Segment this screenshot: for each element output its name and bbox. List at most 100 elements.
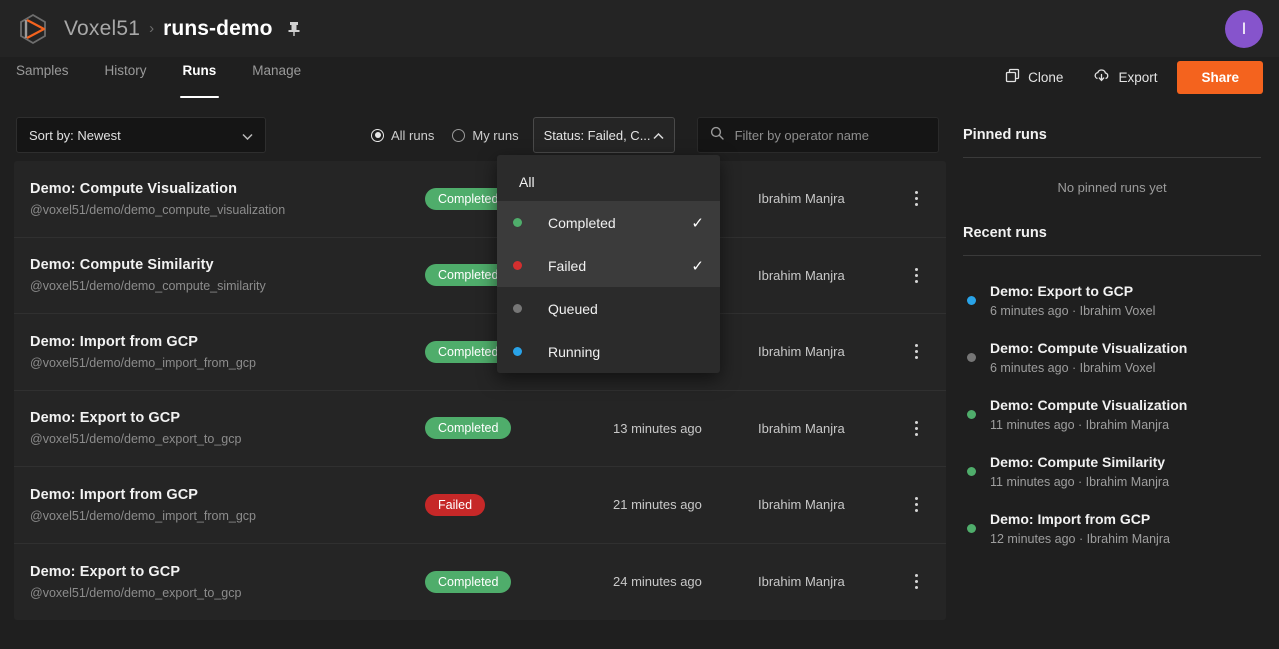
runs-page: Voxel51 › runs-demo I Samples History Ru… [0,0,1279,649]
status-badge: Failed [425,493,486,516]
check-icon: ✓ [691,214,704,232]
recent-run-title: Demo: Compute Visualization [990,340,1188,356]
recent-run-meta: 11 minutes ago · Ibrahim Manjra [990,418,1170,432]
row-menu-icon[interactable] [902,497,930,513]
recent-run-title: Demo: Compute Similarity [990,454,1166,470]
run-operator-path: @voxel51/demo/demo_export_to_gcp [30,585,242,600]
tab-samples[interactable]: Samples [16,57,69,95]
run-operator-path: @voxel51/demo/demo_import_from_gcp [30,508,256,523]
run-operator-path: @voxel51/demo/demo_compute_visualization [30,202,286,217]
menu-item-label: Completed [548,214,616,231]
row-menu-icon[interactable] [902,420,930,436]
list-item[interactable]: Demo: Compute Visualization 11 minutes a… [963,386,1261,443]
header-actions: Clone Export Share [995,57,1263,94]
recent-run-meta: 6 minutes ago · Ibrahim Voxel [990,361,1156,375]
run-user: Ibrahim Manjra [758,420,845,436]
run-user: Ibrahim Manjra [758,497,845,513]
table-row[interactable]: Demo: Compute Similarity @voxel51/demo/d… [14,238,946,314]
menu-item-label: Running [548,343,601,360]
menu-item-running[interactable]: Running [497,330,720,373]
list-item[interactable]: Demo: Export to GCP 6 minutes ago · Ibra… [963,272,1261,329]
clone-label: Clone [1028,69,1064,85]
run-info: Demo: Compute Similarity @voxel51/demo/d… [30,257,425,293]
run-info: Demo: Import from GCP @voxel51/demo/demo… [30,487,425,523]
table-row[interactable]: Demo: Import from GCP @voxel51/demo/demo… [14,314,946,391]
run-status-cell: Failed [425,493,613,516]
list-item[interactable]: Demo: Import from GCP 12 minutes ago · I… [963,500,1261,557]
recent-run-meta: 6 minutes ago · Ibrahim Voxel [990,304,1156,318]
chevron-down-icon [242,128,253,143]
tab-manage[interactable]: Manage [252,57,301,95]
copy-icon [1005,68,1020,86]
recent-run-title: Demo: Compute Visualization [990,397,1188,413]
row-menu-icon[interactable] [902,267,930,283]
table-row[interactable]: Demo: Export to GCP @voxel51/demo/demo_e… [14,544,946,621]
status-filter-menu: All Completed ✓ Failed ✓ Queued Running [497,155,720,373]
run-operator-path: @voxel51/demo/demo_import_from_gcp [30,355,256,370]
search-input[interactable] [734,127,926,143]
status-dot-icon [967,410,976,419]
run-title: Demo: Compute Visualization [30,180,238,197]
recent-run-meta: 12 minutes ago · Ibrahim Manjra [990,532,1170,546]
table-row[interactable]: Demo: Compute Visualization @voxel51/dem… [14,161,946,238]
clone-button[interactable]: Clone [995,60,1073,94]
menu-item-failed[interactable]: Failed ✓ [497,244,720,287]
run-info: Demo: Import from GCP @voxel51/demo/demo… [30,334,425,370]
tab-history[interactable]: History [105,57,147,95]
menu-item-label: All [519,174,535,190]
radio-my-runs-label: My runs [472,127,519,143]
header-right: I [1225,9,1263,48]
radio-my-runs[interactable]: My runs [452,128,528,143]
tab-list: Samples History Runs Manage [16,57,337,98]
table-row[interactable]: Demo: Export to GCP @voxel51/demo/demo_e… [14,391,946,467]
run-user: Ibrahim Manjra [758,344,845,360]
voxel51-logo-icon[interactable] [16,12,50,46]
run-title: Demo: Import from GCP [30,486,199,503]
runs-list: Demo: Compute Visualization @voxel51/dem… [14,161,946,620]
recent-run-title: Demo: Import from GCP [990,511,1151,527]
list-item[interactable]: Demo: Compute Similarity 11 minutes ago … [963,443,1261,500]
menu-item-all[interactable]: All [497,163,720,201]
tab-runs[interactable]: Runs [179,57,220,98]
check-icon: ✓ [691,257,704,275]
menu-item-label: Queued [548,300,598,317]
status-dot-icon [967,296,976,305]
recent-runs-heading: Recent runs [963,225,1047,241]
run-status-cell: Completed [425,417,613,440]
breadcrumb-separator: › [149,20,155,37]
status-filter-select[interactable]: Status: Failed, C... [532,117,675,153]
radio-all-runs[interactable]: All runs [371,128,444,143]
run-operator-path: @voxel51/demo/demo_compute_similarity [30,279,266,294]
run-title: Demo: Import from GCP [30,333,199,350]
radio-icon [452,128,466,142]
list-item[interactable]: Demo: Compute Visualization 6 minutes ag… [963,329,1261,386]
avatar[interactable]: I [1225,9,1263,48]
cloud-download-icon [1093,68,1110,86]
status-dot-icon [967,353,976,362]
row-menu-icon[interactable] [902,574,930,590]
brand-name[interactable]: Voxel51 [64,17,140,41]
run-timestamp: 21 minutes ago [613,497,702,513]
row-menu-icon[interactable] [902,344,930,360]
share-button[interactable]: Share [1177,60,1263,94]
pinned-runs-empty: No pinned runs yet [1057,180,1167,195]
menu-item-completed[interactable]: Completed ✓ [497,201,720,244]
menu-item-queued[interactable]: Queued [497,287,720,330]
status-badge: Completed [425,417,512,440]
export-button[interactable]: Export [1083,60,1167,94]
status-badge: Completed [425,570,512,593]
run-info: Demo: Export to GCP @voxel51/demo/demo_e… [30,410,425,446]
operator-search-box[interactable] [696,117,939,153]
row-menu-icon[interactable] [902,191,930,207]
run-timestamp: 13 minutes ago [613,420,702,436]
run-status-cell: Completed [425,570,613,593]
status-dot-icon [513,261,522,270]
table-row[interactable]: Demo: Import from GCP @voxel51/demo/demo… [14,467,946,544]
run-title: Demo: Compute Similarity [30,257,214,274]
sort-by-select[interactable]: Sort by: Newest [16,117,266,153]
recent-run-meta: 11 minutes ago · Ibrahim Manjra [990,475,1170,489]
pin-icon[interactable] [287,21,301,37]
menu-item-label: Failed [548,257,587,274]
chevron-up-icon [653,128,664,143]
radio-all-runs-label: All runs [391,127,435,143]
